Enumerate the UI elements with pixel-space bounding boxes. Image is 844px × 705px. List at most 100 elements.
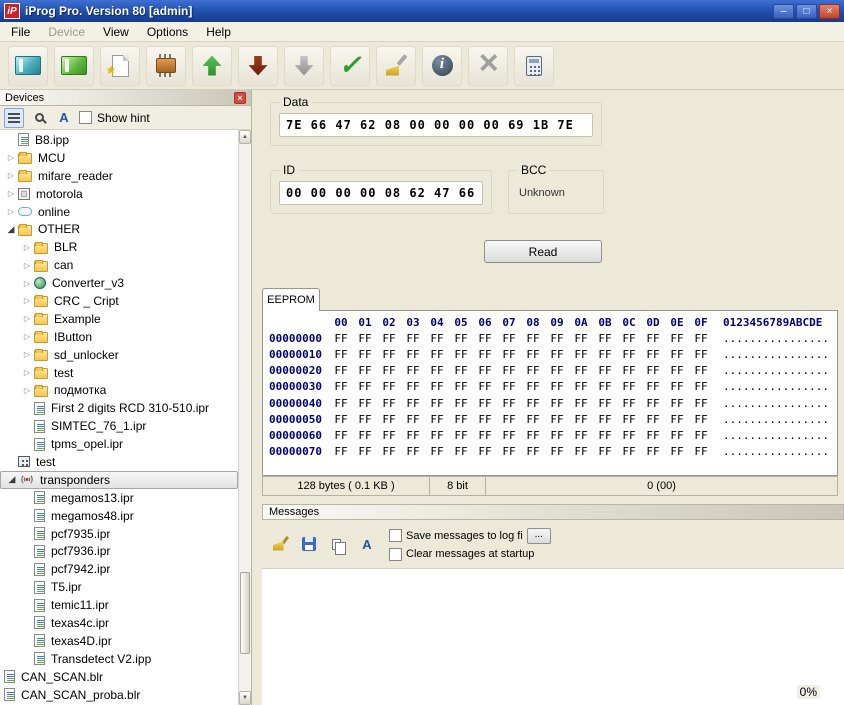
hex-byte-cell[interactable]: FF [521, 348, 545, 361]
hex-byte-cell[interactable]: FF [497, 429, 521, 442]
tree-item-can_scan.blr[interactable]: CAN_SCAN.blr [0, 668, 238, 686]
hex-byte-cell[interactable]: FF [521, 429, 545, 442]
hex-byte-cell[interactable]: FF [449, 364, 473, 377]
messages-font-button[interactable] [357, 534, 377, 554]
hex-byte-cell[interactable]: FF [665, 429, 689, 442]
hex-byte-cell[interactable]: FF [593, 348, 617, 361]
tree-item-transdetect-v2.ipp[interactable]: Transdetect V2.ipp [0, 650, 238, 668]
hex-byte-cell[interactable]: FF [665, 364, 689, 377]
hex-byte-cell[interactable]: FF [521, 332, 545, 345]
hex-byte-cell[interactable]: FF [449, 348, 473, 361]
hex-byte-cell[interactable]: FF [665, 348, 689, 361]
tree-item-sd_unlocker[interactable]: ▷ sd_unlocker [0, 346, 238, 364]
hex-ascii-cell[interactable]: ................ [723, 429, 829, 442]
hex-byte-cell[interactable]: FF [641, 348, 665, 361]
clear-messages-button[interactable] [270, 534, 290, 554]
hex-byte-cell[interactable]: FF [401, 364, 425, 377]
hex-byte-cell[interactable]: FF [617, 332, 641, 345]
read-button[interactable]: Read [484, 240, 602, 263]
expand-arrow-icon[interactable]: ▷ [4, 207, 18, 216]
expand-arrow-icon[interactable]: ▷ [20, 368, 34, 377]
hex-ascii-cell[interactable]: ................ [723, 348, 829, 361]
hex-byte-cell[interactable]: FF [473, 332, 497, 345]
hex-byte-cell[interactable]: FF [353, 429, 377, 442]
tree-item-texas4d.ipr[interactable]: texas4D.ipr [0, 632, 238, 650]
hex-byte-cell[interactable]: FF [617, 348, 641, 361]
tree-item-blr[interactable]: ▷ BLR [0, 238, 238, 256]
tree-item-simtec_76_1.ipr[interactable]: SIMTEC_76_1.ipr [0, 417, 238, 435]
tree-item-b8.ipp[interactable]: B8.ipp [0, 131, 238, 149]
tree-item-converter_v3[interactable]: ▷ Converter_v3 [0, 274, 238, 292]
hex-byte-cell[interactable]: FF [665, 332, 689, 345]
hex-byte-cell[interactable]: FF [425, 348, 449, 361]
tree-item-test[interactable]: ▷ test [0, 364, 238, 382]
hex-byte-cell[interactable]: FF [689, 364, 713, 377]
menu-options[interactable]: Options [138, 23, 197, 41]
expand-arrow-icon[interactable]: ▷ [20, 350, 34, 359]
hex-byte-cell[interactable]: FF [329, 445, 353, 458]
hex-ascii-cell[interactable]: ................ [723, 364, 829, 377]
hex-byte-cell[interactable]: FF [521, 364, 545, 377]
hex-byte-cell[interactable]: FF [353, 348, 377, 361]
tree-item-texas4c.ipr[interactable]: texas4c.ipr [0, 614, 238, 632]
tree-scrollbar[interactable] [238, 130, 251, 705]
hex-byte-cell[interactable]: FF [593, 413, 617, 426]
hex-byte-cell[interactable]: FF [569, 332, 593, 345]
hex-byte-cell[interactable]: FF [353, 364, 377, 377]
hex-byte-cell[interactable]: FF [473, 364, 497, 377]
hex-byte-cell[interactable]: FF [401, 445, 425, 458]
hex-byte-cell[interactable]: FF [689, 429, 713, 442]
hex-byte-cell[interactable]: FF [641, 429, 665, 442]
clear-startup-checkbox[interactable] [389, 547, 402, 561]
hex-byte-cell[interactable]: FF [473, 348, 497, 361]
hex-byte-cell[interactable]: FF [545, 348, 569, 361]
tree-item-pcf7942.ipr[interactable]: pcf7942.ipr [0, 560, 238, 578]
maximize-button[interactable] [796, 3, 817, 19]
hex-byte-cell[interactable]: FF [569, 380, 593, 393]
hex-byte-cell[interactable]: FF [329, 364, 353, 377]
tab-eeprom[interactable]: EEPROM [262, 288, 320, 311]
collapse-arrow-icon[interactable]: ◢ [4, 224, 18, 235]
tree-item-t5.ipr[interactable]: T5.ipr [0, 578, 238, 596]
hex-byte-cell[interactable]: FF [401, 413, 425, 426]
hex-byte-cell[interactable]: FF [569, 397, 593, 410]
hex-byte-cell[interactable]: FF [545, 445, 569, 458]
hex-byte-cell[interactable]: FF [521, 380, 545, 393]
erase-button[interactable] [376, 45, 416, 86]
collapse-arrow-icon[interactable]: ◢ [5, 474, 19, 485]
write-device-disabled-button[interactable] [284, 45, 324, 86]
write-device-button[interactable] [238, 45, 278, 86]
data-value-field[interactable]: 7E 66 47 62 08 00 00 00 00 69 1B 7E [279, 113, 593, 137]
hex-byte-cell[interactable]: FF [401, 397, 425, 410]
hex-byte-cell[interactable]: FF [473, 380, 497, 393]
hex-byte-cell[interactable]: FF [617, 413, 641, 426]
hex-byte-cell[interactable]: FF [545, 429, 569, 442]
hex-byte-cell[interactable]: FF [593, 429, 617, 442]
hex-byte-cell[interactable]: FF [665, 380, 689, 393]
open-file-button[interactable] [8, 45, 48, 86]
hex-byte-cell[interactable]: FF [617, 429, 641, 442]
hex-byte-cell[interactable]: FF [689, 380, 713, 393]
hex-byte-cell[interactable]: FF [497, 445, 521, 458]
hex-byte-cell[interactable]: FF [569, 364, 593, 377]
save-file-button[interactable] [54, 45, 94, 86]
hex-byte-cell[interactable]: FF [689, 413, 713, 426]
expand-arrow-icon[interactable]: ▷ [20, 261, 34, 270]
hex-byte-cell[interactable]: FF [665, 445, 689, 458]
hex-byte-cell[interactable]: FF [617, 445, 641, 458]
hex-byte-cell[interactable]: FF [665, 397, 689, 410]
chip-select-button[interactable] [146, 45, 186, 86]
menu-help[interactable]: Help [197, 23, 240, 41]
hex-ascii-cell[interactable]: ................ [723, 397, 829, 410]
hex-byte-cell[interactable]: FF [329, 397, 353, 410]
tree-item-example[interactable]: ▷ Example [0, 310, 238, 328]
minimize-button[interactable] [773, 3, 794, 19]
calculator-button[interactable] [514, 45, 554, 86]
hex-byte-cell[interactable]: FF [353, 413, 377, 426]
hex-byte-cell[interactable]: FF [569, 429, 593, 442]
hex-byte-cell[interactable]: FF [689, 397, 713, 410]
hex-byte-cell[interactable]: FF [497, 332, 521, 345]
hex-byte-cell[interactable]: FF [401, 332, 425, 345]
hex-byte-cell[interactable]: FF [425, 364, 449, 377]
hex-byte-cell[interactable]: FF [473, 397, 497, 410]
